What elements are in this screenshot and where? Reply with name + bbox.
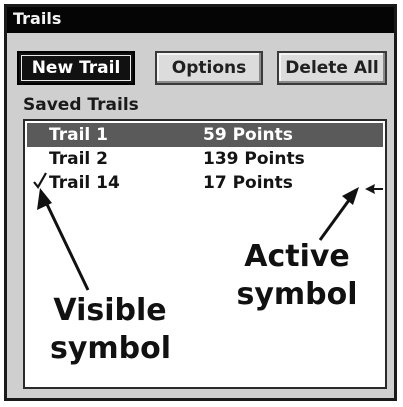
visible-symbol-arrow (37, 188, 90, 291)
visible-symbol-annotation: Visible symbol (50, 293, 172, 366)
active-symbol-arrow (318, 187, 359, 241)
active-symbol-annotation: Active symbol (236, 239, 358, 312)
